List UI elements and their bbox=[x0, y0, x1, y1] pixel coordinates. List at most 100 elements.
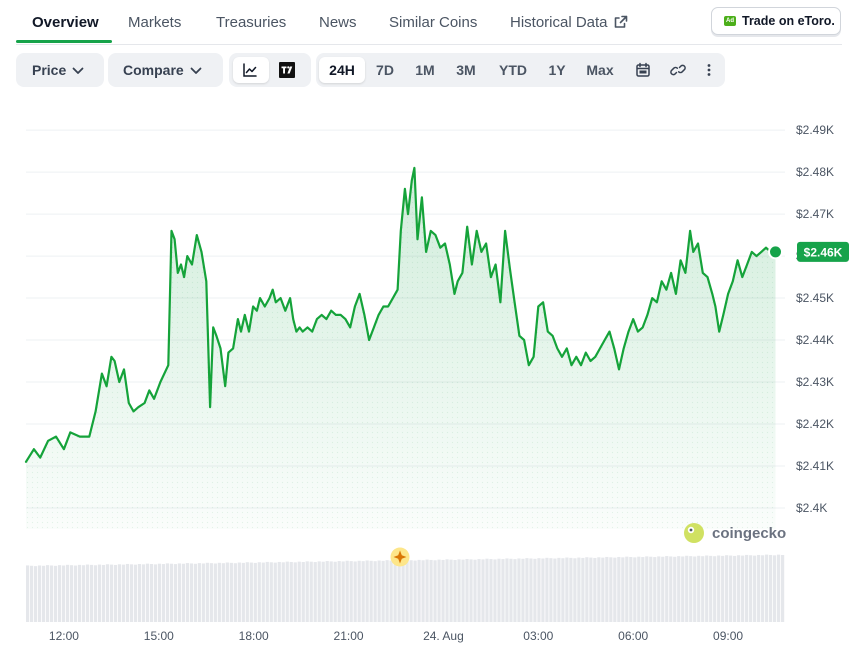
volume-bar bbox=[197, 563, 201, 622]
volume-bar bbox=[561, 558, 565, 622]
volume-bar bbox=[405, 559, 409, 622]
y-axis: $2.4K$2.41K$2.42K$2.43K$2.44K$2.45K$2.46… bbox=[796, 123, 834, 515]
volume-bar bbox=[649, 556, 653, 622]
volume-bar bbox=[489, 559, 493, 622]
link-icon[interactable] bbox=[669, 62, 687, 78]
volume-bar bbox=[765, 554, 769, 622]
volume-bar bbox=[509, 558, 513, 622]
range-24h-button[interactable]: 24H bbox=[319, 53, 365, 87]
volume-bar bbox=[529, 558, 533, 622]
tab-treasuries[interactable]: Treasuries bbox=[216, 14, 286, 31]
tab-markets[interactable]: Markets bbox=[128, 14, 181, 31]
volume-bar bbox=[173, 564, 178, 622]
volume-bar bbox=[469, 559, 473, 622]
volume-bar bbox=[157, 563, 162, 622]
volume-bar bbox=[441, 559, 445, 622]
volume-bar bbox=[717, 555, 721, 622]
volume-bar bbox=[465, 558, 469, 622]
volume-bar bbox=[233, 563, 237, 622]
coingecko-logo-pupil bbox=[689, 528, 693, 532]
coingecko-watermark: coingecko bbox=[684, 523, 786, 543]
calendar-icon[interactable] bbox=[635, 62, 651, 78]
volume-bar bbox=[249, 562, 253, 622]
volume-bar bbox=[725, 555, 729, 622]
x-tick-label: 18:00 bbox=[239, 629, 269, 643]
volume-bar bbox=[381, 560, 385, 622]
volume-bar bbox=[313, 562, 317, 622]
volume-bar bbox=[437, 559, 441, 622]
compare-dropdown[interactable]: Compare bbox=[108, 53, 223, 87]
volume-bar bbox=[149, 564, 154, 622]
event-marker[interactable] bbox=[390, 547, 410, 567]
volume-bar bbox=[177, 563, 181, 622]
volume-bar bbox=[305, 561, 309, 622]
volume-bar bbox=[37, 565, 42, 622]
volume-bar bbox=[181, 563, 185, 622]
tab-overview[interactable]: Overview bbox=[32, 14, 99, 31]
volume-bar bbox=[349, 561, 353, 622]
volume-bar bbox=[545, 557, 549, 622]
volume-bar bbox=[697, 555, 701, 622]
volume-bar bbox=[73, 565, 78, 622]
volume-bar bbox=[513, 559, 517, 622]
volume-bar bbox=[265, 561, 269, 622]
volume-bar bbox=[601, 557, 605, 622]
line-chart-icon[interactable] bbox=[242, 62, 258, 78]
volume-bar bbox=[121, 564, 126, 622]
volume-bar bbox=[245, 562, 249, 622]
volume-bar bbox=[573, 558, 577, 622]
volume-bar bbox=[53, 565, 58, 622]
volume-bar bbox=[26, 565, 30, 622]
volume-bar bbox=[673, 556, 677, 622]
tab-similar-coins[interactable]: Similar Coins bbox=[389, 14, 477, 31]
volume-bar bbox=[261, 562, 265, 622]
volume-bar bbox=[397, 560, 401, 622]
trade-on-etoro-button[interactable]: Ad Trade on eToro. bbox=[711, 7, 841, 35]
volume-bar bbox=[613, 557, 617, 622]
volume-bar bbox=[665, 556, 669, 622]
range-ytd-button[interactable]: YTD bbox=[493, 53, 533, 87]
volume-bar bbox=[29, 565, 34, 622]
volume-bar bbox=[481, 559, 485, 622]
volume-bar bbox=[113, 564, 118, 622]
volume-bar bbox=[257, 562, 261, 622]
x-tick-label: 06:00 bbox=[618, 629, 648, 643]
price-dropdown[interactable]: Price bbox=[16, 53, 104, 87]
volume-bar bbox=[317, 561, 321, 622]
compare-dropdown-label: Compare bbox=[123, 53, 202, 87]
more-options-icon[interactable] bbox=[706, 62, 712, 78]
volume-bar bbox=[557, 557, 561, 622]
range-7d-button[interactable]: 7D bbox=[368, 53, 402, 87]
current-price-tag-group: $2.46K bbox=[768, 241, 849, 262]
volume-bar bbox=[49, 565, 54, 622]
volume-bar bbox=[425, 559, 429, 622]
volume-bar bbox=[281, 562, 285, 622]
volume-bar bbox=[605, 556, 609, 622]
tradingview-icon[interactable] bbox=[279, 62, 295, 78]
volume-bar bbox=[549, 558, 553, 622]
range-1y-button[interactable]: 1Y bbox=[542, 53, 572, 87]
volume-bar bbox=[85, 564, 90, 622]
volume-bar bbox=[585, 557, 589, 622]
tab-news[interactable]: News bbox=[319, 14, 357, 31]
volume-bar bbox=[185, 563, 189, 622]
range-1m-button[interactable]: 1M bbox=[408, 53, 442, 87]
volume-bar bbox=[137, 563, 142, 622]
volume-bar bbox=[61, 565, 66, 622]
range-3m-button[interactable]: 3M bbox=[449, 53, 483, 87]
volume-bar bbox=[353, 561, 357, 622]
volume-bar bbox=[345, 560, 349, 622]
volume-bar bbox=[749, 555, 753, 622]
y-tick-label: $2.4K bbox=[796, 501, 827, 515]
volume-bar bbox=[77, 564, 82, 622]
volume-bar bbox=[301, 562, 305, 622]
volume-bar bbox=[341, 561, 345, 622]
volume-bar bbox=[201, 563, 205, 622]
volume-bar bbox=[633, 557, 637, 622]
range-max-button[interactable]: Max bbox=[582, 53, 618, 87]
tab-historical-data[interactable]: Historical Data bbox=[510, 14, 628, 31]
volume-bar bbox=[493, 559, 497, 622]
volume-bar bbox=[533, 558, 537, 622]
volume-bar bbox=[277, 561, 281, 622]
volume-bar bbox=[361, 561, 365, 622]
